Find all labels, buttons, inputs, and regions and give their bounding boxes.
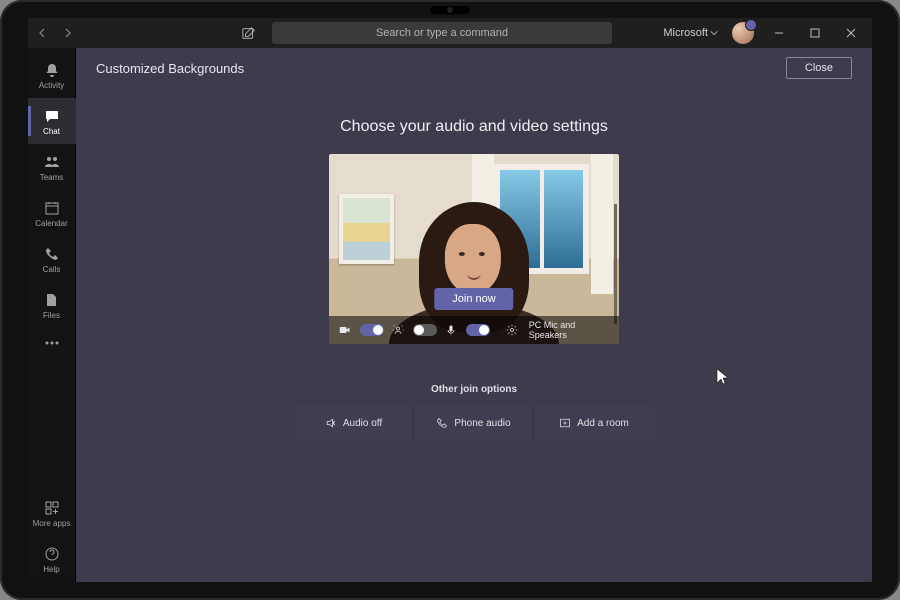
tablet-frame: Search or type a command Microsoft Activ… [0, 0, 900, 600]
audio-off-button[interactable]: Audio off [294, 405, 414, 441]
add-room-label: Add a room [577, 418, 629, 429]
chat-icon [43, 107, 61, 125]
tenant-label: Microsoft [663, 27, 708, 39]
calendar-icon [43, 199, 61, 217]
new-message-button[interactable] [238, 22, 260, 44]
tablet-camera [430, 6, 470, 14]
rail-label: Activity [39, 81, 64, 90]
teams-app: Search or type a command Microsoft Activ… [28, 18, 872, 582]
rail-teams[interactable]: Teams [28, 144, 76, 190]
rail-more[interactable] [28, 328, 76, 358]
app-body: Activity Chat Teams Calendar Calls Files [28, 48, 872, 582]
back-button[interactable] [34, 24, 52, 42]
audio-off-icon [325, 417, 337, 429]
rail-help[interactable]: Help [28, 536, 76, 582]
bell-icon [43, 61, 61, 79]
rail-chat[interactable]: Chat [28, 98, 76, 144]
background-toggle[interactable] [413, 324, 437, 336]
tenant-switcher[interactable]: Microsoft [663, 27, 718, 39]
rail-more-apps[interactable]: More apps [28, 490, 76, 536]
prejoin-area: Choose your audio and video settings [76, 88, 872, 582]
wall-art [339, 194, 394, 264]
phone-audio-label: Phone audio [454, 418, 510, 429]
phone-icon [43, 245, 61, 263]
rail-label: Files [43, 311, 60, 320]
teams-icon [43, 153, 61, 171]
rail-label: Calendar [35, 219, 67, 228]
device-label[interactable]: PC Mic and Speakers [529, 320, 609, 340]
help-icon [43, 545, 61, 563]
rail-label: More apps [33, 519, 71, 528]
phone-audio-button[interactable]: Phone audio [414, 405, 534, 441]
lamp [614, 204, 617, 324]
search-placeholder: Search or type a command [376, 27, 508, 39]
rail-calls[interactable]: Calls [28, 236, 76, 282]
close-button[interactable]: Close [786, 57, 852, 79]
audio-off-label: Audio off [343, 418, 382, 429]
minimize-button[interactable] [764, 20, 794, 46]
mic-icon [445, 323, 458, 337]
close-window-button[interactable] [836, 20, 866, 46]
gear-icon[interactable] [506, 323, 519, 337]
search-input[interactable]: Search or type a command [272, 22, 612, 44]
chevron-down-icon [710, 29, 718, 37]
app-rail: Activity Chat Teams Calendar Calls Files [28, 48, 76, 582]
other-options-label: Other join options [431, 384, 517, 395]
mic-toggle[interactable] [466, 324, 490, 336]
panel-title: Customized Backgrounds [96, 61, 244, 76]
apps-icon [43, 499, 61, 517]
panel-header: Customized Backgrounds Close [76, 48, 872, 88]
rail-label: Help [43, 565, 59, 574]
curtain-right [591, 154, 613, 294]
prejoin-panel: Customized Backgrounds Close Choose your… [76, 48, 872, 582]
rail-activity[interactable]: Activity [28, 52, 76, 98]
rail-label: Calls [43, 265, 61, 274]
prejoin-heading: Choose your audio and video settings [340, 118, 608, 136]
titlebar: Search or type a command Microsoft [28, 18, 872, 48]
video-preview: Join now PC Mic and Speakers [329, 154, 619, 344]
other-options-row: Audio off Phone audio Add a room [294, 405, 654, 441]
join-now-button[interactable]: Join now [434, 288, 513, 310]
add-room-button[interactable]: Add a room [534, 405, 654, 441]
rail-label: Teams [40, 173, 64, 182]
rail-calendar[interactable]: Calendar [28, 190, 76, 236]
more-icon [43, 334, 61, 352]
add-room-icon [559, 417, 571, 429]
background-effects-icon[interactable] [392, 323, 405, 337]
files-icon [43, 291, 61, 309]
rail-label: Chat [43, 127, 60, 136]
profile-avatar[interactable] [732, 22, 754, 44]
phone-audio-icon [436, 417, 448, 429]
preview-toolbar: PC Mic and Speakers [329, 316, 619, 344]
maximize-button[interactable] [800, 20, 830, 46]
camera-toggle[interactable] [360, 324, 384, 336]
camera-icon [339, 323, 352, 337]
rail-files[interactable]: Files [28, 282, 76, 328]
forward-button[interactable] [58, 24, 76, 42]
